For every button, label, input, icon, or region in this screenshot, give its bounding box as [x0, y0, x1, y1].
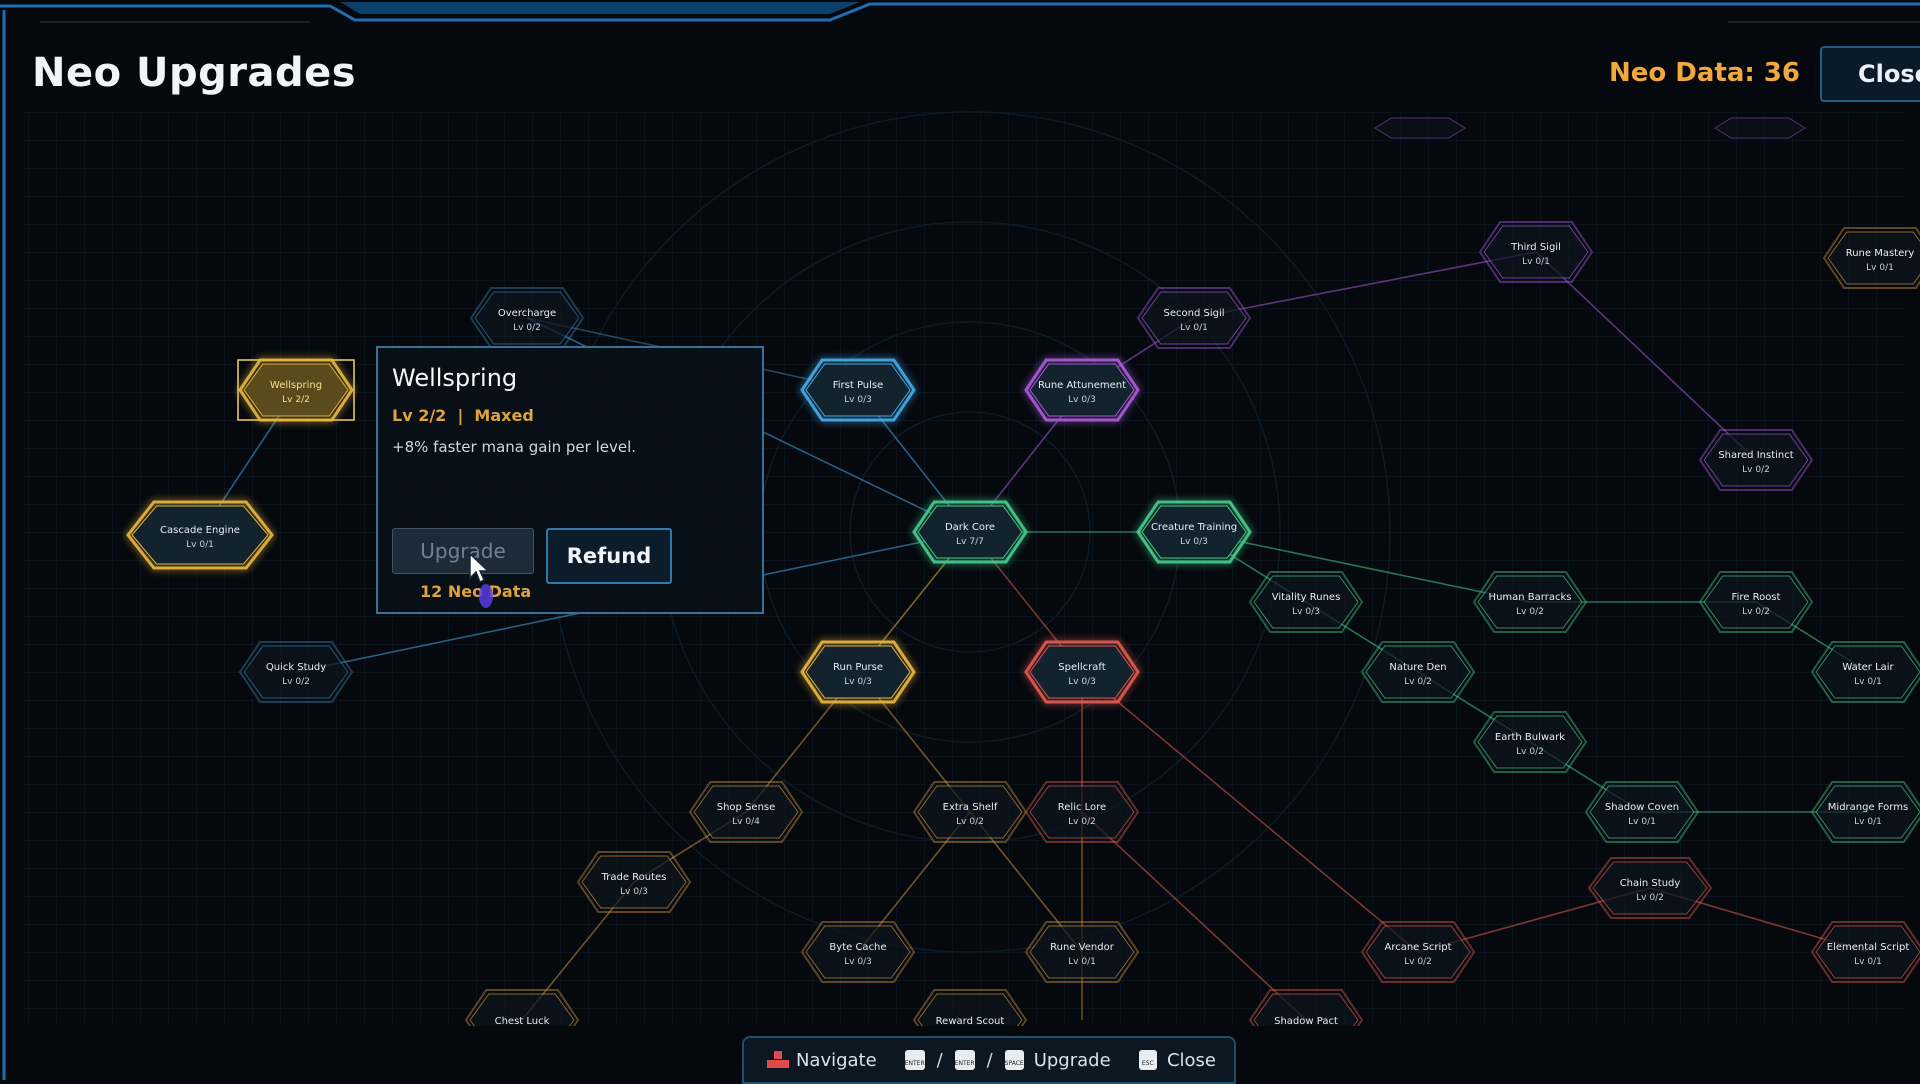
- node-level: Lv 0/3: [1292, 607, 1320, 617]
- node-level: Lv 0/3: [1068, 677, 1096, 687]
- hint-separator: /: [936, 1049, 943, 1071]
- close-button[interactable]: Close: [1820, 46, 1920, 102]
- node-level: Lv 0/2: [513, 323, 541, 333]
- node-level: Lv 0/1: [1522, 257, 1550, 267]
- node-level: Lv 0/2: [282, 677, 310, 687]
- refund-button[interactable]: Refund: [546, 528, 672, 584]
- node-level: Lv 0/1: [1866, 263, 1894, 273]
- node-name: Chain Study: [1620, 878, 1681, 889]
- node-name: Earth Bulwark: [1495, 732, 1565, 743]
- node-level: Lv 0/1: [1854, 957, 1882, 967]
- offscreen-node-1: [1714, 117, 1806, 139]
- node-name: Arcane Script: [1384, 942, 1451, 953]
- top-frame: [0, 2, 1920, 23]
- enter-key-icon: ENTER: [904, 1050, 925, 1070]
- tooltip-description: +8% faster mana gain per level.: [392, 438, 637, 456]
- left-frame: [2, 10, 6, 1080]
- node-name: Nature Den: [1389, 662, 1446, 673]
- control-hints-bar: Navigate ENTER / ENTER / SPACE Upgrade E…: [742, 1036, 1236, 1084]
- node-name: Cascade Engine: [160, 525, 240, 536]
- node-name: Shared Instinct: [1718, 450, 1793, 461]
- node-level: Lv 0/4: [732, 817, 760, 827]
- node-name: Spellcraft: [1058, 662, 1105, 673]
- offscreen-node-0: [1374, 117, 1466, 139]
- node-level: Lv 0/2: [1636, 893, 1664, 903]
- node-level: Lv 0/2: [956, 817, 984, 827]
- node-level: Lv 0/1: [186, 540, 214, 550]
- node-name: Shop Sense: [717, 802, 776, 813]
- node-level: Lv 0/1: [1628, 817, 1656, 827]
- node-name: Rune Attunement: [1038, 380, 1126, 391]
- node-name: Overcharge: [498, 308, 556, 319]
- node-level: Lv 7/7: [956, 537, 984, 547]
- node-level: Lv 0/2: [1404, 677, 1432, 687]
- node-name: First Pulse: [833, 380, 884, 391]
- space-key-icon: SPACE: [1004, 1050, 1024, 1070]
- node-name: Third Sigil: [1510, 242, 1561, 253]
- node-name: Second Sigil: [1163, 308, 1224, 319]
- tooltip-title: Wellspring: [392, 364, 518, 392]
- node-name: Reward Scout: [936, 1016, 1005, 1027]
- node-name: Rune Mastery: [1846, 248, 1915, 259]
- upgrade-tree: Wellspring Lv 2/2 Cascade Engine Lv 0/1 Over…: [0, 0, 1920, 1080]
- tree-node-wellspring[interactable]: Wellspring Lv 2/2: [237, 358, 355, 422]
- node-level: Lv 0/3: [844, 957, 872, 967]
- node-name: Vitality Runes: [1272, 592, 1341, 603]
- node-name: Run Purse: [833, 662, 883, 673]
- hint-separator-2: /: [986, 1049, 993, 1071]
- hint-close: Close: [1166, 1049, 1216, 1071]
- node-level: Lv 0/1: [1180, 323, 1208, 333]
- node-level: Lv 0/3: [620, 887, 648, 897]
- node-level: Lv 0/2: [1516, 747, 1544, 757]
- node-name: Midrange Forms: [1828, 802, 1908, 813]
- node-name: Dark Core: [945, 522, 995, 533]
- node-level: Lv 0/3: [1068, 395, 1096, 405]
- enter-key-icon-2: ENTER: [954, 1050, 975, 1070]
- navigate-icon: [766, 1050, 789, 1070]
- node-level: Lv 0/3: [1180, 537, 1208, 547]
- tooltip-level-status: Lv 2/2 | Maxed: [392, 406, 534, 425]
- neo-data-counter: Neo Data: 36: [1608, 58, 1800, 88]
- node-name: Chest Luck: [495, 1016, 550, 1027]
- upgrade-tooltip: Wellspring Lv 2/2 | Maxed +8% faster man…: [376, 346, 764, 614]
- node-name: Wellspring: [270, 380, 322, 391]
- node-level: Lv 2/2: [282, 395, 310, 405]
- node-level: Lv 0/2: [1742, 465, 1770, 475]
- node-name: Creature Training: [1151, 522, 1237, 533]
- node-name: Relic Lore: [1058, 802, 1106, 813]
- node-name: Extra Shelf: [943, 802, 998, 813]
- node-level: Lv 0/1: [1854, 677, 1882, 687]
- node-name: Shadow Coven: [1605, 802, 1679, 813]
- node-level: Lv 0/2: [1516, 607, 1544, 617]
- esc-key-icon: ESC: [1138, 1050, 1157, 1070]
- node-name: Fire Roost: [1732, 592, 1781, 603]
- node-name: Quick Study: [266, 662, 326, 673]
- node-level: Lv 0/1: [1854, 817, 1882, 827]
- node-name: Human Barracks: [1489, 592, 1572, 603]
- node-name: Shadow Pact: [1274, 1016, 1338, 1027]
- node-name: Byte Cache: [829, 942, 886, 953]
- node-name: Water Lair: [1842, 662, 1894, 673]
- node-name: Rune Vendor: [1050, 942, 1115, 953]
- hint-navigate: Navigate: [795, 1049, 877, 1071]
- mouse-cursor-icon: [469, 552, 493, 608]
- upgrade-button[interactable]: Upgrade: [392, 528, 534, 574]
- node-name: Elemental Script: [1827, 942, 1910, 953]
- node-level: Lv 0/2: [1068, 817, 1096, 827]
- node-level: Lv 0/3: [844, 395, 872, 405]
- page-title: Neo Upgrades: [32, 50, 357, 96]
- node-level: Lv 0/2: [1742, 607, 1770, 617]
- hint-upgrade: Upgrade: [1033, 1049, 1111, 1071]
- node-level: Lv 0/2: [1404, 957, 1432, 967]
- node-name: Trade Routes: [601, 872, 667, 883]
- tree-node-runemastery[interactable]: Rune Mastery Lv 0/1: [1822, 227, 1920, 289]
- node-level: Lv 0/3: [844, 677, 872, 687]
- node-level: Lv 0/1: [1068, 957, 1096, 967]
